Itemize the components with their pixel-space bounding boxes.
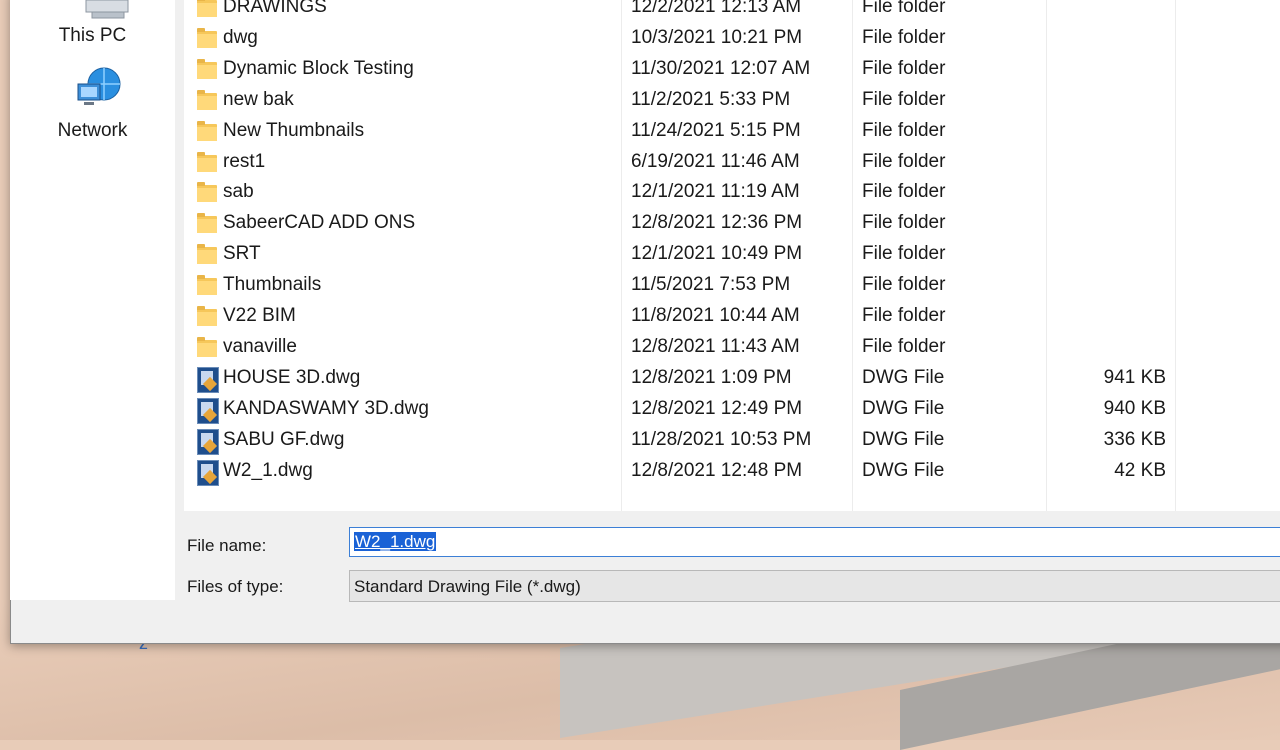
folder-icon <box>197 274 217 296</box>
file-type: DWG File <box>862 397 945 419</box>
folder-icon <box>197 0 217 18</box>
file-type: File folder <box>862 212 946 234</box>
folder-icon <box>197 89 217 111</box>
file-size: 42 KB <box>1114 459 1166 481</box>
file-date-modified: 12/1/2021 10:49 PM <box>631 243 803 265</box>
network-icon <box>77 67 121 105</box>
file-name-label: File name: <box>187 536 267 555</box>
file-row[interactable]: vanaville 12/8/2021 11:43 AM File folder <box>184 333 1280 364</box>
file-name: SABU GF.dwg <box>223 428 345 450</box>
file-type: File folder <box>862 57 946 79</box>
file-date-modified: 11/5/2021 7:53 PM <box>631 274 791 296</box>
file-row[interactable]: SABU GF.dwg 11/28/2021 10:53 PM DWG File 33… <box>184 426 1280 457</box>
file-name: SRT <box>223 243 261 265</box>
file-name: SabeerCAD ADD ONS <box>223 212 416 234</box>
folder-icon <box>197 212 217 234</box>
file-name: DRAWINGS <box>223 0 327 17</box>
file-row[interactable]: W2_1.dwg 12/8/2021 12:48 PM DWG File 42 KB <box>184 457 1280 488</box>
file-date-modified: 10/3/2021 10:21 PM <box>631 26 803 48</box>
folder-icon <box>197 305 217 327</box>
folder-icon <box>197 27 217 49</box>
file-date-modified: 12/1/2021 11:19 AM <box>631 181 800 203</box>
file-name: sab <box>223 181 254 203</box>
file-date-modified: 12/8/2021 12:49 PM <box>631 397 803 419</box>
file-date-modified: 11/24/2021 5:15 PM <box>631 119 801 141</box>
file-row[interactable]: dwg 10/3/2021 10:21 PM File folder <box>184 24 1280 55</box>
file-date-modified: 11/28/2021 10:53 PM <box>631 428 812 450</box>
folder-icon <box>197 336 217 358</box>
folder-icon <box>197 151 217 173</box>
file-size: 940 KB <box>1103 397 1166 419</box>
dwg-file-icon <box>197 428 219 455</box>
dwg-file-icon <box>197 366 219 393</box>
file-row[interactable]: HOUSE 3D.dwg 12/8/2021 1:09 PM DWG File 941… <box>184 364 1280 395</box>
file-row[interactable]: New Thumbnails 11/24/2021 5:15 PM File fol… <box>184 117 1280 148</box>
file-type: DWG File <box>862 428 945 450</box>
file-row[interactable]: Dynamic Block Testing 11/30/2021 12:07 AM… <box>184 55 1280 86</box>
file-date-modified: 11/30/2021 12:07 AM <box>631 57 811 79</box>
file-name: Dynamic Block Testing <box>223 57 414 79</box>
file-name: new bak <box>223 88 294 110</box>
file-date-modified: 12/8/2021 1:09 PM <box>631 366 792 388</box>
file-type: DWG File <box>862 459 945 481</box>
file-date-modified: 11/8/2021 10:44 AM <box>631 305 800 326</box>
dwg-file-icon <box>197 459 219 486</box>
navigation-pane: This PC Network <box>10 0 175 600</box>
file-type: File folder <box>862 119 946 141</box>
file-row[interactable]: V22 BIM 11/8/2021 10:44 AM File folder <box>184 302 1280 333</box>
file-row[interactable]: sab 12/1/2021 11:19 AM File folder <box>184 178 1280 209</box>
file-date-modified: 11/2/2021 5:33 PM <box>631 88 791 110</box>
file-row[interactable]: SabeerCAD ADD ONS 12/8/2021 12:36 PM File … <box>184 209 1280 240</box>
file-type-select[interactable]: Standard Drawing File (*.dwg) <box>349 570 1280 602</box>
folder-icon <box>197 58 217 80</box>
file-date-modified: 12/8/2021 12:36 PM <box>631 212 803 234</box>
file-name: V22 BIM <box>223 305 296 326</box>
file-row[interactable]: rest1 6/19/2021 11:46 AM File folder <box>184 148 1280 179</box>
file-type: File folder <box>862 181 946 203</box>
file-type: File folder <box>862 274 946 296</box>
file-size: 941 KB <box>1103 366 1166 388</box>
file-type: File folder <box>862 243 946 265</box>
file-row[interactable]: Thumbnails 11/5/2021 7:53 PM File folder <box>184 271 1280 302</box>
file-type: File folder <box>862 26 946 48</box>
file-name-input[interactable]: W2_1.dwg <box>349 527 1280 557</box>
folder-icon <box>197 243 217 265</box>
file-name-value: W2_1.dwg <box>354 532 437 551</box>
file-type: File folder <box>862 88 946 110</box>
file-type: File folder <box>862 0 946 17</box>
file-type-value: Standard Drawing File (*.dwg) <box>354 577 581 596</box>
nav-item-label: Network <box>57 120 128 141</box>
file-name: vanaville <box>223 335 297 357</box>
file-row[interactable]: DRAWINGS 12/2/2021 12:13 AM File folder <box>184 0 1280 24</box>
file-type: DWG File <box>862 366 945 388</box>
file-name: New Thumbnails <box>223 119 365 141</box>
file-date-modified: 12/2/2021 12:13 AM <box>631 0 802 17</box>
file-name: W2_1.dwg <box>223 459 313 481</box>
dwg-file-icon <box>197 397 219 424</box>
folder-icon <box>197 181 217 203</box>
file-row[interactable]: new bak 11/2/2021 5:33 PM File folder <box>184 86 1280 117</box>
file-name: dwg <box>223 26 258 48</box>
computer-icon <box>85 0 129 19</box>
file-name: Thumbnails <box>223 274 322 296</box>
file-date-modified: 12/8/2021 11:43 AM <box>631 335 800 357</box>
file-date-modified: 6/19/2021 11:46 AM <box>631 150 800 172</box>
file-row[interactable]: KANDASWAMY 3D.dwg 12/8/2021 12:49 PM DWG F… <box>184 395 1280 426</box>
file-date-modified: 12/8/2021 12:48 PM <box>631 459 803 481</box>
file-type: File folder <box>862 150 946 172</box>
file-name: KANDASWAMY 3D.dwg <box>223 397 429 419</box>
file-type: File folder <box>862 305 946 326</box>
nav-item-label: This PC <box>58 25 127 46</box>
folder-icon <box>197 120 217 142</box>
file-name: rest1 <box>223 150 266 172</box>
file-row[interactable]: SRT 12/1/2021 10:49 PM File folder <box>184 240 1280 271</box>
file-name: HOUSE 3D.dwg <box>223 366 361 388</box>
file-type: File folder <box>862 335 946 357</box>
file-type-label: Files of type: <box>187 577 284 596</box>
file-list: DRAWINGS 12/2/2021 12:13 AM File folder dwg… <box>184 0 1280 511</box>
file-size: 336 KB <box>1103 428 1166 450</box>
